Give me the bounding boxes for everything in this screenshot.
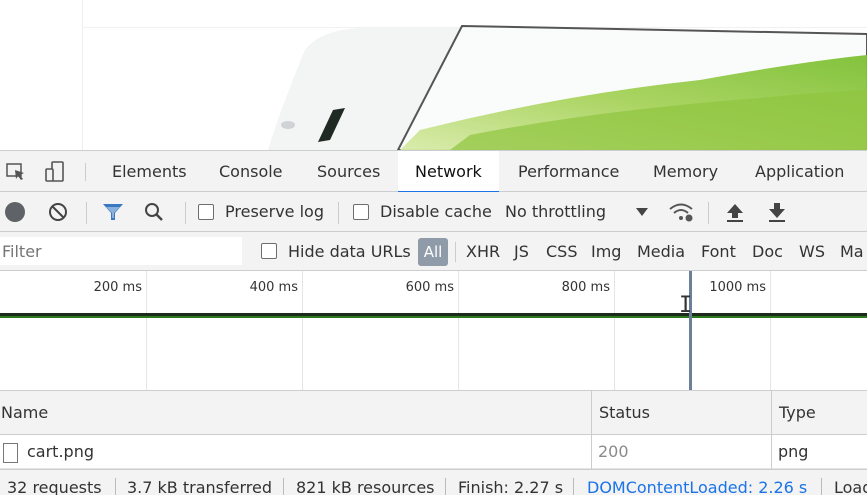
transferred-size: 3.7 kB transferred — [127, 478, 272, 495]
resources-size: 821 kB resources — [296, 478, 435, 495]
request-status: 200 — [598, 442, 629, 461]
toolbar-separator — [185, 202, 186, 224]
dom-content-loaded-time: DOMContentLoaded: 2.26 s — [587, 478, 808, 495]
device-toolbar-icon[interactable] — [44, 161, 66, 183]
timeline-gridline — [302, 271, 303, 390]
tab-console[interactable]: Console — [202, 151, 300, 192]
filter-icon[interactable] — [101, 201, 125, 223]
column-divider[interactable] — [771, 391, 772, 435]
status-separator — [115, 478, 116, 495]
type-filter-all[interactable]: All — [418, 238, 448, 266]
tab-performance[interactable]: Performance — [501, 151, 636, 192]
inspect-element-icon[interactable] — [5, 161, 27, 183]
record-icon[interactable] — [4, 201, 26, 223]
status-separator — [573, 478, 574, 495]
throttling-select[interactable]: No throttling — [505, 192, 606, 232]
type-filter-ws[interactable]: WS — [799, 232, 825, 271]
tab-sources[interactable]: Sources — [300, 151, 397, 192]
tabbar-separator — [85, 163, 86, 181]
type-filter-xhr[interactable]: XHR — [466, 232, 500, 271]
network-conditions-icon[interactable] — [668, 201, 694, 223]
disable-cache-label[interactable]: Disable cache — [380, 192, 492, 232]
tab-network[interactable]: Network — [398, 151, 499, 193]
hide-data-urls-label[interactable]: Hide data URLs — [288, 232, 411, 271]
status-separator — [445, 478, 446, 495]
clear-icon[interactable] — [47, 201, 69, 223]
type-filter-css[interactable]: CSS — [546, 232, 577, 271]
finish-time: Finish: 2.27 s — [458, 478, 564, 495]
requests-table-header: Name Status Type — [0, 391, 867, 435]
devtools-panel: Elements Console Sources Network Perform… — [0, 150, 867, 495]
tab-application[interactable]: Application — [738, 151, 861, 192]
column-divider — [771, 435, 772, 469]
type-filter-js[interactable]: JS — [514, 232, 529, 271]
filter-bar: Hide data URLs All XHR JS CSS Img Media … — [0, 232, 867, 271]
toolbar-separator — [708, 202, 709, 224]
tab-elements[interactable]: Elements — [95, 151, 204, 192]
product-image — [268, 24, 867, 150]
disable-cache-checkbox[interactable] — [353, 204, 369, 220]
tab-memory[interactable]: Memory — [636, 151, 735, 192]
timeline-tick-label: 800 ms — [561, 280, 610, 295]
screenshot-root: Elements Console Sources Network Perform… — [0, 0, 867, 495]
export-har-icon[interactable] — [767, 201, 787, 223]
preserve-log-label[interactable]: Preserve log — [225, 192, 324, 232]
filter-input[interactable] — [0, 237, 242, 265]
hide-data-urls-checkbox[interactable] — [261, 243, 277, 259]
throttling-dropdown-icon[interactable] — [636, 208, 648, 217]
page-preview — [0, 0, 867, 150]
status-separator — [821, 478, 822, 495]
timeline-tick-label: 200 ms — [93, 280, 142, 295]
load-time: Load — [834, 478, 867, 495]
import-har-icon[interactable] — [725, 201, 745, 223]
timeline-gridline — [146, 271, 147, 390]
text-cursor-icon: I — [679, 293, 693, 318]
type-filter-manifest[interactable]: Ma — [840, 232, 864, 271]
devtools-tabbar: Elements Console Sources Network Perform… — [0, 151, 867, 193]
timeline-gridline — [458, 271, 459, 390]
timeline-gridline — [614, 271, 615, 390]
column-header-name[interactable]: Name — [0, 391, 48, 435]
timeline-download-bar — [0, 316, 867, 318]
timeline-cursor-marker[interactable] — [689, 271, 692, 390]
type-filter-font[interactable]: Font — [701, 232, 736, 271]
timeline-tick-label: 600 ms — [405, 280, 454, 295]
file-icon — [3, 443, 18, 463]
table-row[interactable]: cart.png 200 png — [0, 435, 867, 469]
type-filter-media[interactable]: Media — [637, 232, 685, 271]
column-divider — [591, 435, 592, 469]
search-icon[interactable] — [143, 201, 165, 223]
type-filter-doc[interactable]: Doc — [752, 232, 783, 271]
column-header-type[interactable]: Type — [778, 391, 816, 435]
timeline-tick-label: 400 ms — [249, 280, 298, 295]
network-overview-timeline[interactable]: 200 ms 400 ms 600 ms 800 ms 1000 ms I — [0, 271, 867, 391]
status-separator — [283, 478, 284, 495]
preserve-log-checkbox[interactable] — [198, 204, 214, 220]
timeline-tick-label: 1000 ms — [709, 280, 766, 295]
column-divider[interactable] — [591, 391, 592, 435]
filter-separator — [455, 242, 456, 262]
timeline-gridline — [770, 271, 771, 390]
request-name[interactable]: cart.png — [27, 435, 94, 469]
network-status-bar: 32 requests 3.7 kB transferred 821 kB re… — [0, 469, 867, 495]
type-filter-img[interactable]: Img — [591, 232, 621, 271]
request-type: png — [778, 442, 809, 461]
column-header-status[interactable]: Status — [598, 391, 650, 435]
network-toolbar: Preserve log Disable cache No throttling — [0, 192, 867, 232]
request-count: 32 requests — [7, 478, 102, 495]
toolbar-separator — [338, 202, 339, 224]
toolbar-separator — [86, 202, 87, 224]
